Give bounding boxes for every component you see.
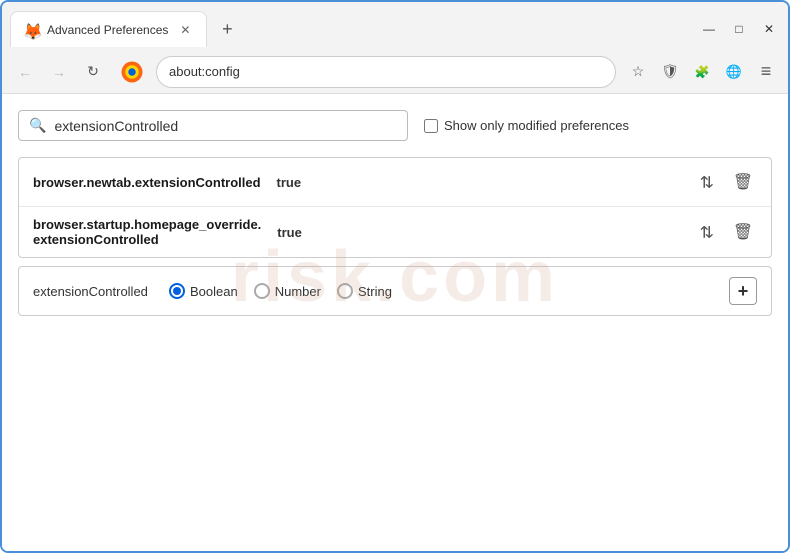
radio-boolean-circle [169, 283, 185, 299]
tab-favicon: 🦊 [23, 22, 39, 38]
table-row[interactable]: browser.newtab.extensionControlled true … [19, 158, 771, 207]
extension-icon[interactable]: 🧩 [688, 58, 716, 86]
back-button[interactable]: ← [10, 57, 40, 87]
radio-string-circle [337, 283, 353, 299]
search-input-wrap[interactable]: 🔍 [18, 110, 408, 141]
active-tab[interactable]: 🦊 Advanced Preferences ✕ [10, 11, 207, 47]
bookmark-icon[interactable]: ☆ [624, 58, 652, 86]
firefox-logo [120, 60, 144, 84]
pref-name: browser.startup.homepage_override. exten… [33, 217, 261, 247]
prefs-table: browser.newtab.extensionControlled true … [18, 157, 772, 258]
address-bar[interactable]: about:config [156, 56, 616, 88]
more-icon[interactable]: 🌐 [720, 58, 748, 86]
show-modified-checkbox[interactable] [424, 119, 438, 133]
swap-button[interactable]: ⇄ [693, 218, 721, 246]
new-tab-button[interactable]: + [213, 15, 241, 43]
pref-actions: ⇄ 🗑 [693, 168, 757, 196]
nav-icons-right: ☆ 🛡 🧩 🌐 ≡ [624, 58, 780, 86]
title-bar: 🦊 Advanced Preferences ✕ + — □ ✕ [2, 2, 788, 50]
radio-number-circle [254, 283, 270, 299]
radio-string[interactable]: String [337, 283, 392, 299]
minimize-button[interactable]: — [698, 18, 720, 40]
radio-number-label: Number [275, 284, 321, 299]
tab-close-button[interactable]: ✕ [176, 21, 194, 39]
close-button[interactable]: ✕ [758, 18, 780, 40]
reload-button[interactable]: ↻ [78, 57, 108, 87]
browser-window: 🦊 Advanced Preferences ✕ + — □ ✕ ← → ↻ a… [0, 0, 790, 553]
new-pref-name: extensionControlled [33, 284, 153, 299]
nav-bar: ← → ↻ about:config ☆ 🛡 🧩 🌐 ≡ [2, 50, 788, 94]
pref-name: browser.newtab.extensionControlled [33, 175, 261, 190]
page-content: risk.com 🔍 Show only modified preference… [2, 94, 788, 551]
delete-button[interactable]: 🗑 [729, 218, 757, 246]
tab-title: Advanced Preferences [47, 23, 168, 37]
pref-value: true [277, 225, 693, 240]
radio-number[interactable]: Number [254, 283, 321, 299]
table-row[interactable]: browser.startup.homepage_override. exten… [19, 207, 771, 257]
radio-boolean[interactable]: Boolean [169, 283, 238, 299]
show-modified-label[interactable]: Show only modified preferences [444, 118, 629, 133]
swap-button[interactable]: ⇄ [693, 168, 721, 196]
search-input[interactable] [54, 118, 397, 134]
firefox-brand [116, 60, 148, 84]
window-controls: — □ ✕ [698, 18, 780, 40]
address-text: about:config [169, 64, 603, 79]
pref-actions: ⇄ 🗑 [693, 218, 757, 246]
search-bar-row: 🔍 Show only modified preferences [18, 110, 772, 141]
type-radio-group: Boolean Number String [169, 283, 392, 299]
maximize-button[interactable]: □ [728, 18, 750, 40]
radio-string-label: String [358, 284, 392, 299]
forward-button[interactable]: → [44, 57, 74, 87]
menu-icon[interactable]: ≡ [752, 58, 780, 86]
add-preference-button[interactable]: + [729, 277, 757, 305]
shield-icon[interactable]: 🛡 [656, 58, 684, 86]
radio-boolean-label: Boolean [190, 284, 238, 299]
swap-icon: ⇄ [697, 225, 717, 238]
swap-icon: ⇄ [697, 175, 717, 188]
new-pref-row: extensionControlled Boolean Number Strin… [18, 266, 772, 316]
delete-button[interactable]: 🗑 [729, 168, 757, 196]
show-modified-row: Show only modified preferences [424, 118, 629, 133]
pref-value: true [277, 175, 693, 190]
search-icon: 🔍 [29, 117, 46, 134]
